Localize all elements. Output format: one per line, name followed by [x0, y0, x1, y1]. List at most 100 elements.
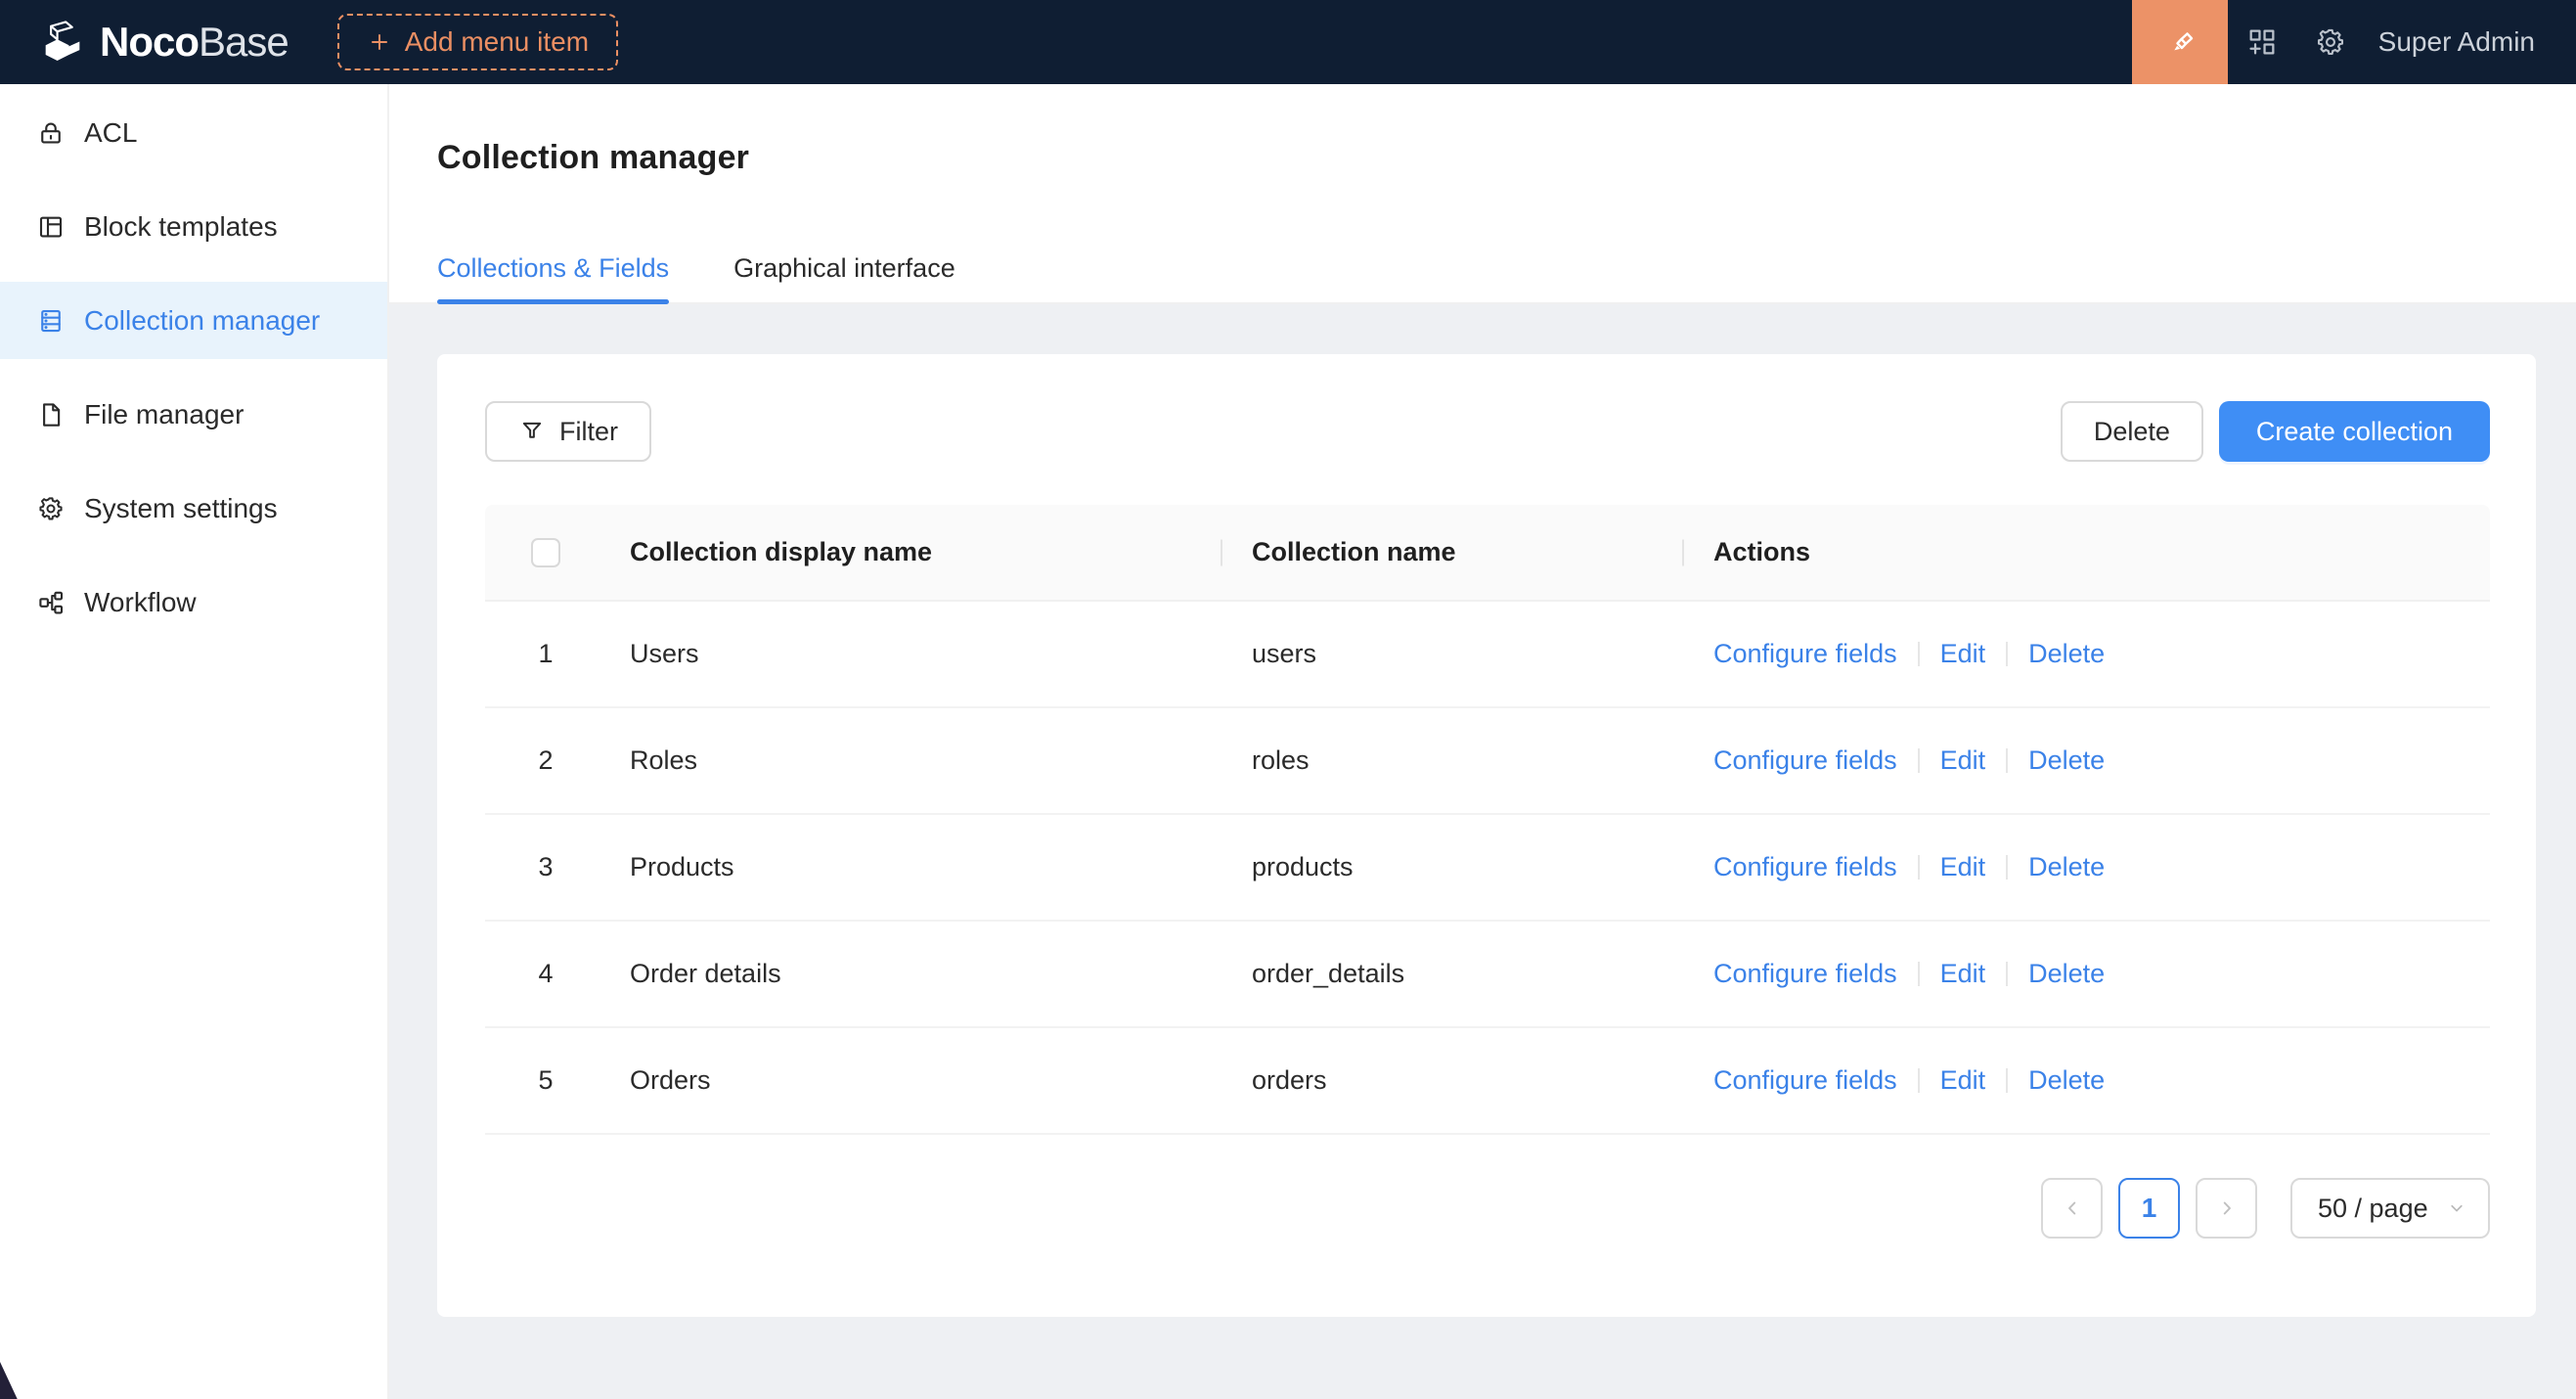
table-row: 4 Order details order_details Configure … [485, 922, 2490, 1028]
cell-actions: Configure fields Edit Delete [1682, 745, 2490, 776]
delete-button[interactable]: Delete [2061, 401, 2203, 462]
row-index: 3 [485, 852, 606, 882]
cell-display-name: Roles [606, 745, 1221, 776]
add-menu-item-label: Add menu item [405, 26, 589, 58]
cell-name: users [1221, 639, 1682, 669]
sidebar-item-label: File manager [84, 399, 244, 430]
sidebar-item-label: Block templates [84, 211, 278, 243]
lock-icon [36, 118, 66, 148]
tab-bar: Collections & Fields Graphical interface [389, 251, 2576, 304]
header-actions: Super Admin [2132, 0, 2576, 84]
sidebar-item-file-manager[interactable]: File manager [0, 376, 387, 453]
edit-link[interactable]: Edit [1940, 1065, 1986, 1095]
action-divider [2006, 642, 2008, 666]
column-header-name: Collection name [1221, 537, 1682, 567]
file-icon [36, 400, 66, 429]
cell-display-name: Orders [606, 1065, 1221, 1096]
partition-icon [36, 588, 66, 617]
configure-fields-link[interactable]: Configure fields [1713, 852, 1897, 881]
add-menu-item-button[interactable]: Add menu item [337, 14, 618, 70]
user-menu[interactable]: Super Admin [2378, 26, 2535, 58]
delete-link[interactable]: Delete [2028, 959, 2105, 988]
main-area: Collection manager Collections & Fields … [389, 84, 2576, 1399]
action-divider [1918, 642, 1920, 666]
nocobase-logo-text: NocoBase [100, 22, 289, 63]
select-all-checkbox[interactable] [531, 538, 560, 567]
row-index: 2 [485, 745, 606, 776]
sidebar-item-block-templates[interactable]: Block templates [0, 188, 387, 265]
sidebar-item-collection-manager[interactable]: Collection manager [0, 282, 387, 359]
cell-name: order_details [1221, 959, 1682, 989]
cell-display-name: Users [606, 639, 1221, 669]
gear-icon [2314, 25, 2347, 59]
edit-link[interactable]: Edit [1940, 852, 1986, 881]
cell-actions: Configure fields Edit Delete [1682, 639, 2490, 669]
content-area: Filter Delete Create collection Collecti… [389, 304, 2576, 1399]
tab-collections-fields[interactable]: Collections & Fields [437, 251, 669, 302]
page-title: Collection manager [437, 135, 2576, 180]
pagination: 1 50 / page [485, 1178, 2490, 1239]
table-row: 2 Roles roles Configure fields Edit Delete [485, 708, 2490, 815]
configure-fields-link[interactable]: Configure fields [1713, 745, 1897, 775]
highlighter-icon [2162, 24, 2198, 60]
edit-link[interactable]: Edit [1940, 745, 1986, 775]
page-number-button[interactable]: 1 [2118, 1178, 2180, 1239]
sidebar-item-label: ACL [84, 117, 137, 149]
action-divider [2006, 1068, 2008, 1093]
action-divider [1918, 962, 1920, 986]
cell-name: roles [1221, 745, 1682, 776]
row-index: 1 [485, 639, 606, 669]
appstore-add-icon [2245, 25, 2279, 59]
configure-fields-link[interactable]: Configure fields [1713, 639, 1897, 668]
action-divider [1918, 1068, 1920, 1093]
table-header-row: Collection display name Collection name … [485, 505, 2490, 602]
row-index: 4 [485, 959, 606, 989]
ui-editor-button[interactable] [2132, 0, 2228, 84]
sidebar-item-workflow[interactable]: Workflow [0, 564, 387, 641]
filter-button-label: Filter [559, 417, 618, 447]
gear-icon [36, 494, 66, 523]
create-collection-button[interactable]: Create collection [2219, 401, 2490, 462]
database-icon [36, 306, 66, 336]
filter-button[interactable]: Filter [485, 401, 651, 462]
chevron-down-icon [2446, 1197, 2467, 1219]
sidebar-item-label: Collection manager [84, 305, 320, 337]
table-row: 1 Users users Configure fields Edit Delete [485, 602, 2490, 708]
funnel-icon [518, 418, 546, 445]
action-divider [1918, 855, 1920, 880]
plugin-manager-button[interactable] [2228, 0, 2296, 84]
configure-fields-link[interactable]: Configure fields [1713, 1065, 1897, 1095]
chevron-right-icon [2215, 1196, 2239, 1220]
edit-link[interactable]: Edit [1940, 959, 1986, 988]
cell-name: products [1221, 852, 1682, 882]
cell-actions: Configure fields Edit Delete [1682, 959, 2490, 989]
column-header-actions: Actions [1682, 537, 2490, 567]
cell-actions: Configure fields Edit Delete [1682, 1065, 2490, 1096]
delete-link[interactable]: Delete [2028, 639, 2105, 668]
table-row: 3 Products products Configure fieldsEdit… [485, 815, 2490, 922]
configure-fields-link[interactable]: Configure fields [1713, 959, 1897, 988]
action-divider [2006, 962, 2008, 986]
sidebar-item-system-settings[interactable]: System settings [0, 470, 387, 547]
delete-link[interactable]: Delete [2028, 745, 2105, 775]
action-divider [2006, 748, 2008, 773]
settings-button[interactable] [2296, 0, 2365, 84]
next-page-button[interactable] [2196, 1178, 2257, 1239]
collections-table: Collection display name Collection name … [485, 505, 2490, 1135]
sidebar: ACL Block templates [0, 84, 389, 1399]
delete-link[interactable]: Delete [2028, 852, 2105, 881]
table-body: 1 Users users Configure fields Edit Delete… [485, 602, 2490, 1135]
page-size-select[interactable]: 50 / page [2290, 1178, 2490, 1239]
action-divider [2006, 855, 2008, 880]
delete-link[interactable]: Delete [2028, 1065, 2105, 1095]
prev-page-button[interactable] [2041, 1178, 2103, 1239]
app-header: NocoBase Add menu item [0, 0, 2576, 84]
plus-icon [367, 29, 392, 55]
tab-graphical-interface[interactable]: Graphical interface [733, 251, 955, 302]
table-toolbar: Filter Delete Create collection [485, 401, 2490, 462]
sidebar-item-acl[interactable]: ACL [0, 94, 387, 171]
app-root: NocoBase Add menu item [0, 0, 2576, 1399]
nocobase-logo: NocoBase [37, 17, 289, 68]
edit-link[interactable]: Edit [1940, 639, 1986, 668]
sidebar-item-label: Workflow [84, 587, 197, 618]
